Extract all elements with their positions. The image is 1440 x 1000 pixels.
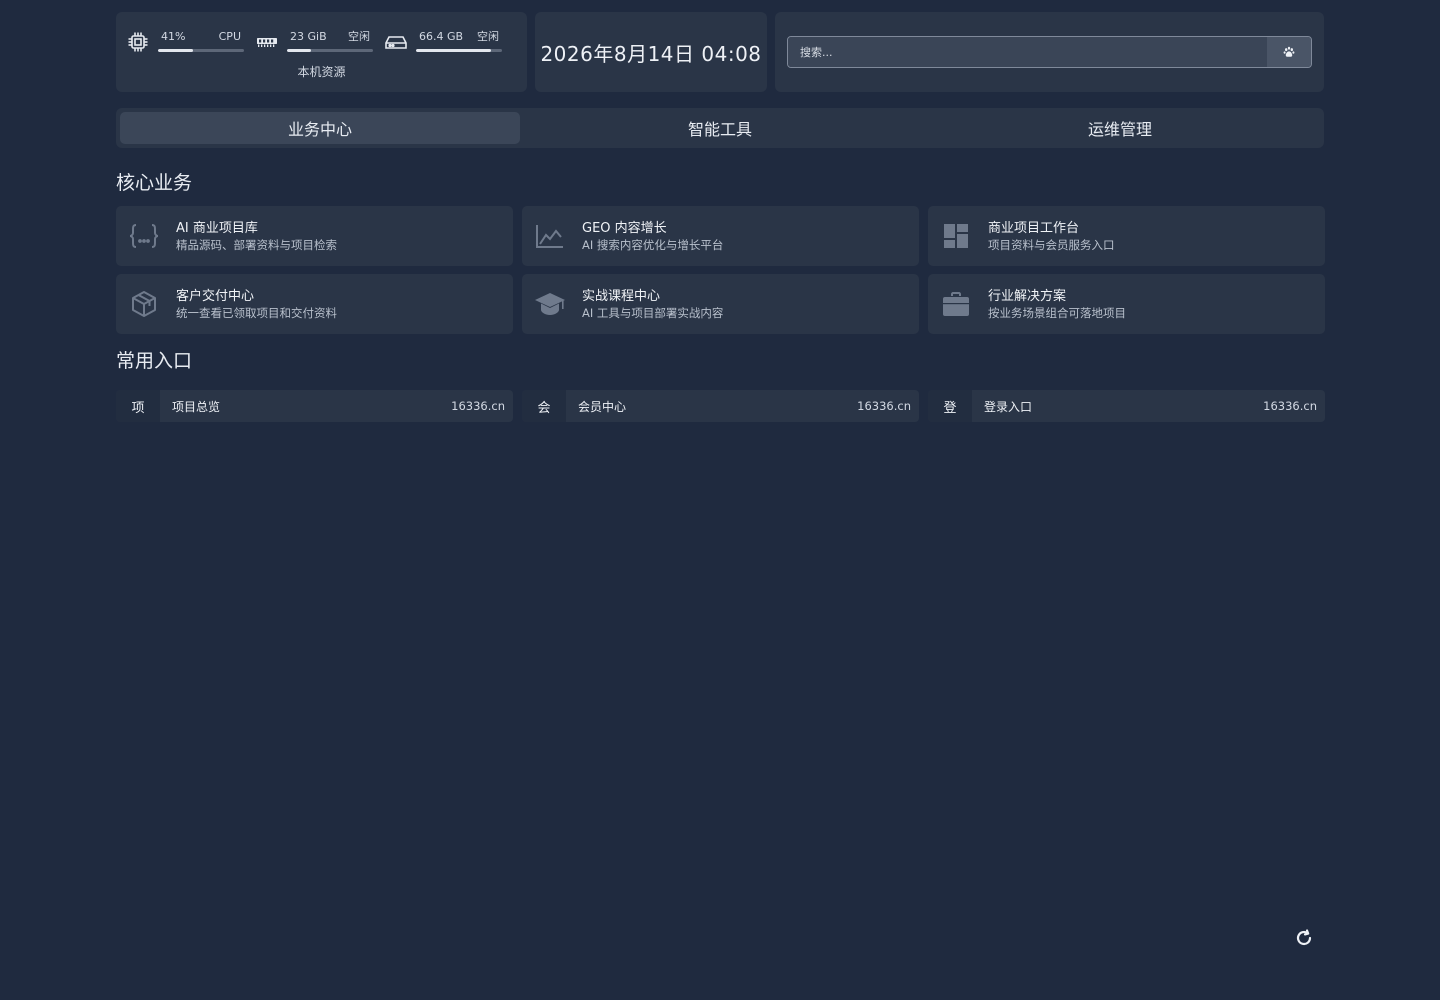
refresh-button[interactable] (1293, 929, 1315, 951)
entry-badge: 会 (522, 390, 566, 422)
baidu-paw-icon (1283, 43, 1295, 62)
disk-status: 空闲 (477, 30, 499, 43)
memory-meter: 23 GiB 空闲 (287, 30, 373, 52)
common-entries-title: 常用入口 (116, 350, 193, 372)
disk-value: 66.4 GB (419, 30, 464, 43)
memory-resource: 23 GiB 空闲 (255, 30, 373, 54)
biz-card-title: 客户交付中心 (176, 288, 255, 304)
entry-label: 登录入口 (984, 399, 1033, 414)
biz-card-course-center[interactable]: 实战课程中心 AI 工具与项目部署实战内容 (522, 274, 919, 334)
cpu-icon (126, 30, 150, 54)
entry-url: 16336.cn (857, 399, 911, 413)
dashboard-icon (940, 220, 972, 252)
memory-icon (255, 30, 279, 54)
cpu-percent: 41% (161, 30, 186, 43)
biz-card-desc: 精品源码、部署资料与项目检索 (176, 237, 337, 252)
memory-usage-bar (287, 49, 373, 52)
graduation-cap-icon (534, 288, 566, 320)
search-engine-button[interactable] (1267, 37, 1311, 67)
biz-card-customer-delivery[interactable]: 客户交付中心 统一查看已领取项目和交付资料 (116, 274, 513, 334)
memory-value: 23 GiB (290, 30, 327, 43)
datetime-card: 2026年8月14日 04:08 (535, 12, 767, 92)
biz-card-business-workbench[interactable]: 商业项目工作台 项目资料与会员服务入口 (928, 206, 1325, 266)
entry-login[interactable]: 登 登录入口 16336.cn (928, 390, 1325, 422)
biz-card-desc: 按业务场景组合可落地项目 (988, 305, 1126, 320)
common-entries-grid: 项 项目总览 16336.cn 会 会员中心 16336.cn 登 登录入口 1… (116, 390, 1325, 422)
package-box-icon (128, 288, 160, 320)
disk-meter: 66.4 GB 空闲 (416, 30, 502, 52)
entry-badge: 项 (116, 390, 160, 422)
search-box (787, 36, 1312, 68)
tab-ops-management[interactable]: 运维管理 (920, 112, 1320, 144)
entry-label: 会员中心 (578, 399, 627, 414)
resources-caption: 本机资源 (297, 65, 346, 79)
system-resources-card: 41% CPU 23 GiB 空闲 66.4 GB 空闲 本机资源 (116, 12, 527, 92)
category-tabs: 业务中心 智能工具 运维管理 (116, 108, 1324, 148)
entry-url: 16336.cn (1263, 399, 1317, 413)
datetime-text: 2026年8月14日 04:08 (540, 41, 762, 66)
cpu-meter: 41% CPU (158, 30, 244, 52)
disk-usage-bar (416, 49, 502, 52)
biz-card-title: GEO 内容增长 (582, 220, 667, 236)
refresh-icon (1295, 929, 1313, 951)
disk-icon (384, 30, 408, 54)
biz-card-desc: AI 搜索内容优化与增长平台 (582, 237, 724, 252)
cpu-usage-bar (158, 49, 244, 52)
biz-card-title: AI 商业项目库 (176, 220, 258, 236)
entry-label: 项目总览 (172, 399, 221, 414)
biz-card-desc: 项目资料与会员服务入口 (988, 237, 1115, 252)
entry-url: 16336.cn (451, 399, 505, 413)
core-business-grid: AI 商业项目库 精品源码、部署资料与项目检索 GEO 内容增长 AI 搜索内容… (116, 206, 1325, 334)
entry-project-overview[interactable]: 项 项目总览 16336.cn (116, 390, 513, 422)
biz-card-ai-project-library[interactable]: AI 商业项目库 精品源码、部署资料与项目检索 (116, 206, 513, 266)
briefcase-icon (940, 288, 972, 320)
biz-card-desc: AI 工具与项目部署实战内容 (582, 305, 724, 320)
biz-card-geo-growth[interactable]: GEO 内容增长 AI 搜索内容优化与增长平台 (522, 206, 919, 266)
top-row: 41% CPU 23 GiB 空闲 66.4 GB 空闲 本机资源 2026年8… (116, 12, 1324, 92)
disk-resource: 66.4 GB 空闲 (384, 30, 502, 54)
code-braces-icon (128, 220, 160, 252)
search-card (775, 12, 1324, 92)
core-business-title: 核心业务 (116, 172, 193, 194)
resource-line: 41% CPU 23 GiB 空闲 66.4 GB 空闲 (126, 30, 517, 54)
tab-smart-tools[interactable]: 智能工具 (520, 112, 920, 144)
search-input[interactable] (788, 37, 1267, 67)
entry-member-center[interactable]: 会 会员中心 16336.cn (522, 390, 919, 422)
cpu-resource: 41% CPU (126, 30, 244, 54)
biz-card-title: 商业项目工作台 (988, 220, 1080, 236)
cpu-label: CPU (218, 30, 241, 43)
biz-card-title: 实战课程中心 (582, 288, 661, 304)
memory-status: 空闲 (348, 30, 370, 43)
line-chart-icon (534, 220, 566, 252)
biz-card-desc: 统一查看已领取项目和交付资料 (176, 305, 337, 320)
biz-card-industry-solutions[interactable]: 行业解决方案 按业务场景组合可落地项目 (928, 274, 1325, 334)
tab-business-center[interactable]: 业务中心 (120, 112, 520, 144)
biz-card-title: 行业解决方案 (988, 288, 1067, 304)
entry-badge: 登 (928, 390, 972, 422)
page: 41% CPU 23 GiB 空闲 66.4 GB 空闲 本机资源 2026年8… (116, 12, 1325, 422)
